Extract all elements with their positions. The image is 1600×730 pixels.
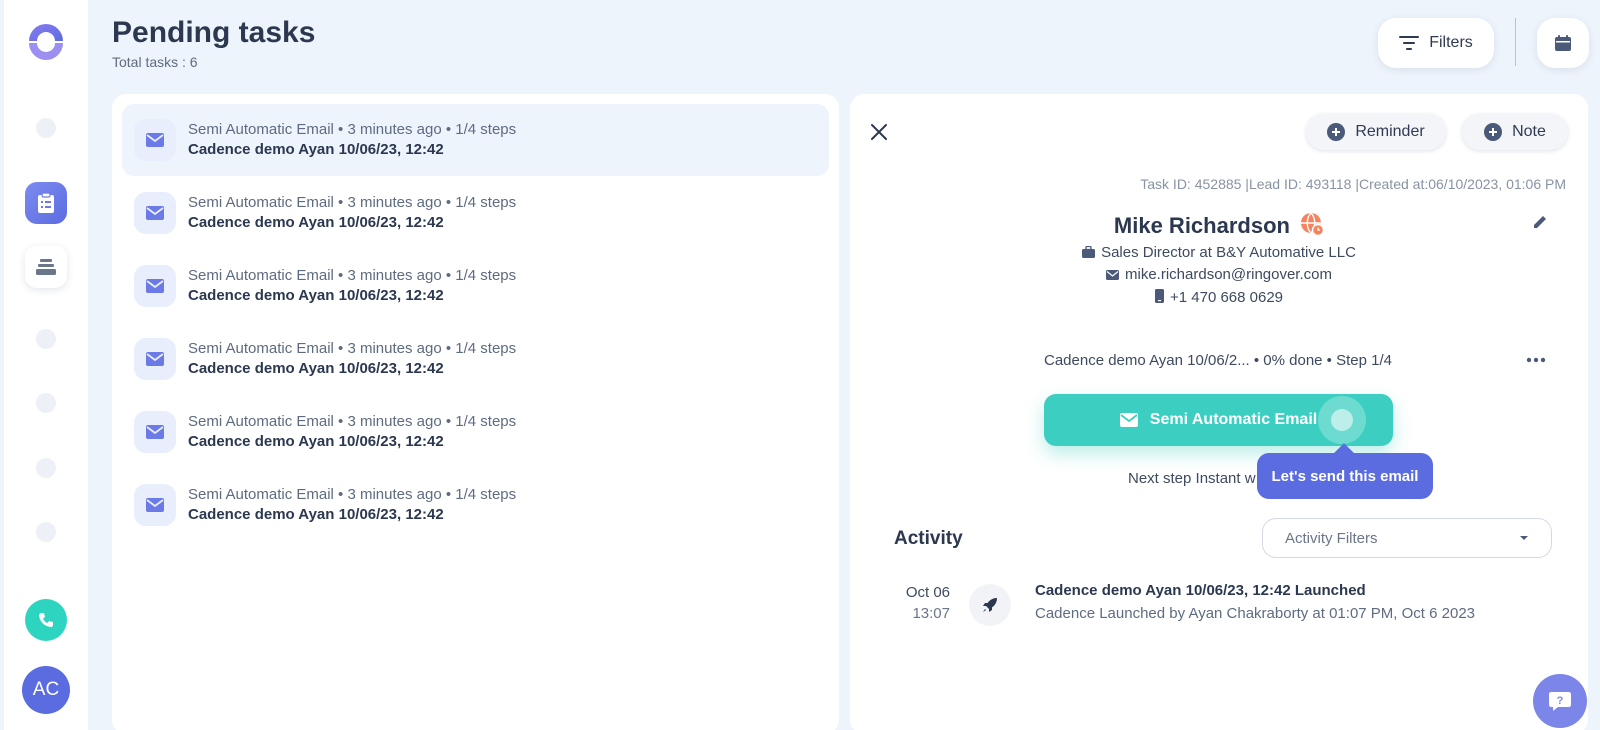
lead-email: mike.richardson@ringover.com: [850, 266, 1588, 284]
task-ids: Task ID: 452885 |Lead ID: 493118 |Create…: [1140, 176, 1566, 192]
close-icon[interactable]: [869, 122, 889, 142]
task-name: Cadence demo Ayan 10/06/23, 12:42: [188, 433, 444, 450]
activity-title: Activity: [894, 528, 963, 549]
total-tasks: Total tasks : 6: [112, 54, 198, 70]
action-label: Semi Automatic Email: [1149, 411, 1318, 428]
nav-item-2[interactable]: [36, 329, 56, 349]
page-title: Pending tasks: [112, 16, 316, 49]
activity-title-text: Cadence demo Ayan 10/06/23, 12:42 Launch…: [1035, 582, 1366, 599]
phone-icon: [39, 613, 53, 627]
task-name: Cadence demo Ayan 10/06/23, 12:42: [188, 214, 444, 231]
task-list: Semi Automatic Email • 3 minutes ago • 1…: [112, 94, 839, 730]
nav-item-5[interactable]: [36, 522, 56, 542]
reminder-label: Reminder: [1355, 123, 1425, 140]
cadence-progress: Cadence demo Ayan 10/06/2... • 0% done •…: [1044, 352, 1392, 369]
task-name: Cadence demo Ayan 10/06/23, 12:42: [188, 287, 444, 304]
clipboard-icon: [38, 192, 54, 213]
app-logo[interactable]: [25, 20, 67, 62]
nav-item-tasks[interactable]: [25, 182, 67, 224]
task-item[interactable]: Semi Automatic Email • 3 minutes ago • 1…: [122, 250, 829, 322]
activity-filters-placeholder: Activity Filters: [1285, 529, 1378, 547]
caret-down-icon: [1520, 536, 1528, 540]
filter-icon: [1399, 36, 1420, 50]
svg-text:?: ?: [1557, 695, 1564, 707]
nav-item-cadences[interactable]: [25, 246, 67, 288]
timezone-globe-icon: [1301, 212, 1325, 237]
help-chat-icon: ?: [1549, 692, 1571, 711]
note-label: Note: [1512, 123, 1546, 140]
task-meta: Semi Automatic Email • 3 minutes ago • 1…: [188, 267, 517, 284]
mail-icon: [134, 411, 176, 453]
lead-phone-text[interactable]: +1 470 668 0629: [1170, 289, 1283, 306]
nav-item-4[interactable]: [36, 458, 56, 478]
mail-icon: [134, 265, 176, 307]
lead-email-text[interactable]: mike.richardson@ringover.com: [1125, 266, 1332, 283]
activity-timestamp: Oct 06 13:07: [904, 582, 950, 624]
hotspot-indicator[interactable]: [1318, 396, 1366, 444]
help-chat-button[interactable]: ?: [1533, 674, 1587, 728]
task-item[interactable]: Semi Automatic Email • 3 minutes ago • 1…: [122, 104, 829, 176]
task-name: Cadence demo Ayan 10/06/23, 12:42: [188, 141, 444, 158]
task-item[interactable]: Semi Automatic Email • 3 minutes ago • 1…: [122, 396, 829, 468]
task-name: Cadence demo Ayan 10/06/23, 12:42: [188, 506, 444, 523]
task-item[interactable]: Semi Automatic Email • 3 minutes ago • 1…: [122, 323, 829, 395]
mobile-icon: [1154, 289, 1164, 307]
lead-phone: +1 470 668 0629: [850, 289, 1588, 307]
nav-item-3[interactable]: [36, 393, 56, 413]
plus-circle-icon: [1484, 123, 1503, 141]
calendar-icon: [1555, 35, 1571, 51]
task-item[interactable]: Semi Automatic Email • 3 minutes ago • 1…: [122, 177, 829, 249]
activity-time: 13:07: [912, 605, 950, 622]
briefcase-icon: [1082, 245, 1096, 262]
mail-icon: [134, 484, 176, 526]
task-meta: Semi Automatic Email • 3 minutes ago • 1…: [188, 121, 517, 138]
reminder-button[interactable]: Reminder: [1306, 114, 1446, 150]
mail-icon: [134, 338, 176, 380]
task-meta: Semi Automatic Email • 3 minutes ago • 1…: [188, 194, 517, 211]
mail-icon: [1106, 267, 1120, 284]
activity-filters-select[interactable]: Activity Filters: [1262, 518, 1552, 558]
nav-item-1[interactable]: [36, 118, 56, 138]
task-detail-panel: Reminder Note Task ID: 452885 |Lead ID: …: [850, 94, 1588, 730]
header-divider: [1515, 18, 1516, 66]
activity-date: Oct 06: [905, 584, 950, 601]
lead-name: Mike Richardson: [850, 212, 1588, 239]
lead-job: Sales Director at B&Y Automative LLC: [850, 244, 1588, 262]
filters-label: Filters: [1429, 34, 1473, 51]
user-avatar[interactable]: AC: [22, 666, 70, 714]
task-item[interactable]: Semi Automatic Email • 3 minutes ago • 1…: [122, 469, 829, 541]
lead-name-text: Mike Richardson: [1113, 213, 1290, 238]
note-button[interactable]: Note: [1462, 114, 1568, 150]
sidebar: AC: [4, 0, 88, 730]
task-meta: Semi Automatic Email • 3 minutes ago • 1…: [188, 413, 517, 430]
onboarding-tooltip[interactable]: Let's send this email: [1257, 453, 1433, 499]
task-meta: Semi Automatic Email • 3 minutes ago • 1…: [188, 340, 517, 357]
activity-description: Cadence Launched by Ayan Chakraborty at …: [1035, 605, 1476, 622]
mail-icon: [134, 119, 176, 161]
mail-icon: [134, 192, 176, 234]
plus-circle-icon: [1327, 123, 1346, 141]
filters-button[interactable]: Filters: [1378, 18, 1494, 68]
stack-icon: [36, 259, 56, 275]
calendar-button[interactable]: [1537, 18, 1589, 68]
mail-icon: [1119, 413, 1138, 427]
task-meta: Semi Automatic Email • 3 minutes ago • 1…: [188, 486, 517, 503]
more-options-icon[interactable]: [1526, 350, 1546, 368]
edit-icon[interactable]: [1532, 214, 1548, 235]
task-name: Cadence demo Ayan 10/06/23, 12:42: [188, 360, 444, 377]
lead-job-text: Sales Director at B&Y Automative LLC: [1101, 244, 1356, 261]
next-step: Next step Instant w: [1128, 470, 1256, 487]
rocket-icon: [969, 584, 1011, 626]
phone-button[interactable]: [25, 599, 67, 641]
